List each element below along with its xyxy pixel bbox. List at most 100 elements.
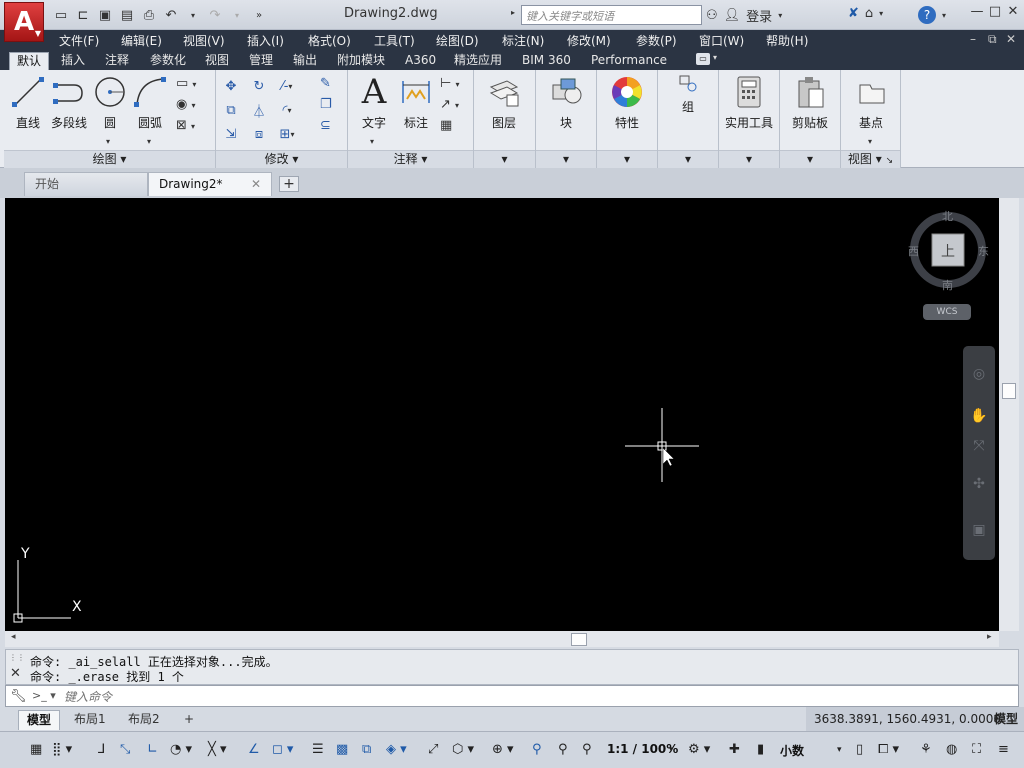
circle-button[interactable]: 圆 bbox=[88, 74, 132, 131]
linear-dimension-icon[interactable]: ⊢ ▾ bbox=[440, 76, 459, 91]
tab-a360[interactable]: A360 bbox=[398, 52, 443, 70]
isolate-objects-icon[interactable]: ⚘ bbox=[920, 742, 932, 757]
polyline-button[interactable]: 多段线 bbox=[46, 74, 92, 131]
utilities-button[interactable]: 实用工具 bbox=[723, 74, 775, 131]
annotation-panel-footer[interactable]: 注释 ▾ bbox=[348, 150, 473, 168]
scroll-right-icon[interactable]: ▸ bbox=[987, 632, 992, 642]
help-button[interactable]: ? bbox=[918, 6, 936, 24]
compass-south-label[interactable]: 南 bbox=[942, 277, 953, 293]
text-button[interactable]: A 文字 bbox=[352, 72, 396, 131]
3d-object-snap-icon[interactable]: ◈ ▾ bbox=[386, 742, 407, 757]
menu-help[interactable]: 帮助(H) bbox=[766, 32, 808, 49]
orbit-icon[interactable]: ✣ bbox=[969, 476, 989, 492]
gizmo-icon[interactable]: ⊕ ▾ bbox=[492, 742, 514, 757]
workspace-gear-icon[interactable]: ⚙ ▾ bbox=[688, 742, 710, 757]
scale-icon[interactable]: ⧈ bbox=[248, 124, 270, 144]
viewcube-top-face[interactable]: 上 bbox=[941, 241, 955, 261]
explode-icon[interactable]: ❐ bbox=[320, 97, 332, 112]
menu-insert[interactable]: 插入(I) bbox=[247, 32, 284, 49]
login-button[interactable]: 登录 bbox=[746, 6, 772, 25]
command-close-icon[interactable]: ✕ bbox=[10, 666, 21, 681]
autoscale-icon[interactable]: ⚲ bbox=[558, 742, 568, 757]
file-tab-start[interactable]: 开始 bbox=[24, 172, 148, 196]
scroll-left-icon[interactable]: ◂ bbox=[11, 632, 16, 642]
table-icon[interactable]: ▦ bbox=[440, 118, 459, 133]
infer-constraints-icon[interactable]: ⅃ bbox=[98, 742, 105, 757]
move-icon[interactable]: ✥ bbox=[220, 76, 242, 96]
tab-performance[interactable]: Performance bbox=[584, 52, 674, 70]
doc-minimize-button[interactable]: – bbox=[970, 32, 976, 46]
showmotion-icon[interactable]: ▣ bbox=[969, 522, 989, 538]
polar-tracking-icon[interactable]: ◔ ▾ bbox=[170, 742, 192, 757]
offset-icon[interactable]: ⊆ bbox=[320, 118, 332, 133]
layout-tab-layout2[interactable]: 布局2 bbox=[120, 710, 168, 730]
lineweight-icon[interactable]: ☰ bbox=[312, 742, 324, 757]
lock-ui-icon[interactable]: ⧠ ▾ bbox=[878, 742, 899, 757]
model-space-label[interactable]: 模型 bbox=[994, 707, 1018, 731]
block-panel-footer[interactable]: ▾ bbox=[536, 150, 596, 168]
print-icon[interactable]: ⎙ bbox=[140, 6, 158, 24]
tab-parametric[interactable]: 参数化 bbox=[143, 52, 193, 70]
object-snap-tracking-icon[interactable]: ∠ bbox=[248, 742, 260, 757]
draw-panel-footer[interactable]: 绘图 ▾ bbox=[4, 150, 215, 168]
tab-insert[interactable]: 插入 bbox=[54, 52, 92, 70]
command-input[interactable] bbox=[64, 688, 964, 705]
menu-edit[interactable]: 编辑(E) bbox=[121, 32, 162, 49]
rotate-icon[interactable]: ↻ bbox=[248, 76, 270, 96]
tab-view[interactable]: 视图 bbox=[198, 52, 236, 70]
new-tab-button[interactable]: + bbox=[279, 176, 299, 192]
dimension-button[interactable]: 标注 bbox=[394, 74, 438, 131]
save-as-icon[interactable]: ▤ bbox=[118, 6, 136, 24]
units-value[interactable]: 小数 bbox=[780, 742, 804, 759]
leader-icon[interactable]: ↗ ▾ bbox=[440, 97, 459, 112]
ribbon-options-dropdown-icon[interactable]: ▾ bbox=[713, 53, 717, 62]
isodraft-icon[interactable]: ╳ ▾ bbox=[208, 742, 226, 757]
annotation-scale-value[interactable]: 1:1 / 100% bbox=[607, 742, 678, 756]
open-file-icon[interactable]: ⊏ bbox=[74, 6, 92, 24]
drawing-canvas[interactable]: Y X bbox=[5, 198, 999, 631]
menu-window[interactable]: 窗口(W) bbox=[699, 32, 744, 49]
close-icon[interactable]: ✕ bbox=[251, 173, 261, 195]
customize-toolbar-icon[interactable]: » bbox=[250, 6, 268, 24]
tab-addins[interactable]: 附加模块 bbox=[330, 52, 392, 70]
clipboard-panel-footer[interactable]: ▾ bbox=[780, 150, 840, 168]
menu-dimension[interactable]: 标注(N) bbox=[502, 32, 544, 49]
command-grip-icon[interactable]: ⋮⋮ bbox=[9, 653, 25, 662]
base-view-button[interactable]: 基点 bbox=[849, 74, 893, 131]
doc-restore-button[interactable]: ⧉ bbox=[988, 32, 997, 47]
close-window-button[interactable]: ✕ bbox=[1002, 4, 1024, 24]
layout-tab-model[interactable]: 模型 bbox=[18, 710, 61, 730]
menu-modify[interactable]: 修改(M) bbox=[567, 32, 611, 49]
properties-button[interactable]: 特性 bbox=[605, 74, 649, 131]
base-view-dropdown-icon[interactable]: ▾ bbox=[868, 137, 872, 146]
add-layout-button[interactable]: + bbox=[176, 710, 202, 730]
menu-view[interactable]: 视图(V) bbox=[183, 32, 225, 49]
annotation-monitor-icon[interactable]: ✚ bbox=[729, 742, 740, 757]
annotation-visibility-icon[interactable]: ⚲ bbox=[532, 742, 542, 757]
customize-wrench-icon[interactable]: 🔧︎ bbox=[10, 689, 27, 704]
properties-panel-footer[interactable]: ▾ bbox=[597, 150, 657, 168]
selection-cycling-icon[interactable]: ⧉ bbox=[362, 742, 371, 757]
quick-properties-icon[interactable]: ▯ bbox=[856, 742, 863, 757]
dynamic-ucs-icon[interactable]: ⤢ bbox=[428, 742, 438, 757]
redo-icon[interactable]: ↷ bbox=[206, 6, 224, 24]
hatch-icon[interactable]: ◉ ▾ bbox=[176, 97, 196, 112]
transparency-icon[interactable]: ▩ bbox=[336, 742, 348, 757]
new-file-icon[interactable]: ▭ bbox=[52, 6, 70, 24]
text-dropdown-icon[interactable]: ▾ bbox=[370, 137, 374, 146]
line-button[interactable]: 直线 bbox=[6, 74, 50, 131]
layers-panel-footer[interactable]: ▾ bbox=[474, 150, 535, 168]
coordinate-readout[interactable]: 3638.3891, 1560.4931, 0.0000 模型 bbox=[806, 707, 1024, 731]
menu-file[interactable]: 文件(F) bbox=[59, 32, 99, 49]
block-button[interactable]: 块 bbox=[544, 74, 588, 131]
tab-bim360[interactable]: BIM 360 bbox=[515, 52, 578, 70]
a360-dropdown-icon[interactable]: ▾ bbox=[879, 9, 883, 18]
tab-annotate[interactable]: 注释 bbox=[98, 52, 136, 70]
scale-dropdown-icon[interactable]: ▾ bbox=[669, 745, 674, 755]
object-snap-icon[interactable]: ◻ ▾ bbox=[272, 742, 293, 757]
application-menu-button[interactable]: A ▼ bbox=[4, 2, 44, 42]
arc-dropdown-icon[interactable]: ▾ bbox=[147, 137, 151, 146]
exchange-apps-icon[interactable]: ✘ bbox=[848, 6, 859, 21]
hardware-acceleration-icon[interactable]: ◍ bbox=[946, 742, 957, 757]
doc-close-button[interactable]: ✕ bbox=[1006, 32, 1016, 46]
